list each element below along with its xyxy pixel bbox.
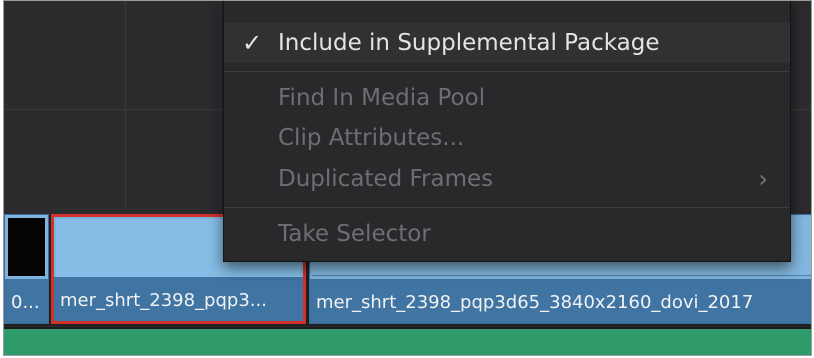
clip-name: mer_shrt_2398_pqp3d65_3840x2160_dovi_201… (316, 292, 754, 313)
track-divider (220, 1, 221, 211)
clip-label-bar: mer_shrt_2398_pqp3d65_3840x2160_dovi_201… (310, 279, 811, 323)
menu-item-take-selector[interactable]: Take Selector (224, 214, 790, 254)
menu-item-label: Take Selector (278, 221, 431, 247)
menu-item-include-supplemental[interactable]: ✓ Include in Supplemental Package (224, 23, 790, 63)
clip-name: mer_shrt_2398_pqp3... (60, 290, 267, 311)
menu-item-duplicated-frames[interactable]: Duplicated Frames › (224, 159, 790, 199)
timeline-panel: 0... mer_shrt_2398_pqp3... mer_shrt_2398… (3, 0, 812, 356)
menu-item-label: Find In Media Pool (278, 85, 486, 111)
checkmark-icon: ✓ (242, 29, 263, 57)
menu-item-label: Duplicated Frames (278, 166, 494, 192)
clip-label-bar: 0... (5, 279, 48, 323)
menu-item-label: Clip Attributes... (278, 125, 465, 151)
track-divider (125, 1, 126, 211)
context-menu: ✓ Include in Supplemental Package Find I… (223, 1, 791, 262)
clip-name: 0... (11, 292, 40, 313)
menu-item-clip-attributes[interactable]: Clip Attributes... (224, 118, 790, 158)
menu-item-label: Include in Supplemental Package (278, 30, 660, 56)
chevron-right-icon: › (758, 165, 768, 193)
menu-separator (224, 71, 790, 72)
clip-label-bar: mer_shrt_2398_pqp3... (54, 277, 303, 321)
menu-item-find-in-media-pool[interactable]: Find In Media Pool (224, 78, 790, 118)
clip-thumbnail (8, 218, 45, 276)
timeline-clip[interactable]: 0... (4, 214, 49, 324)
audio-track[interactable] (4, 327, 811, 355)
menu-separator (224, 207, 790, 208)
